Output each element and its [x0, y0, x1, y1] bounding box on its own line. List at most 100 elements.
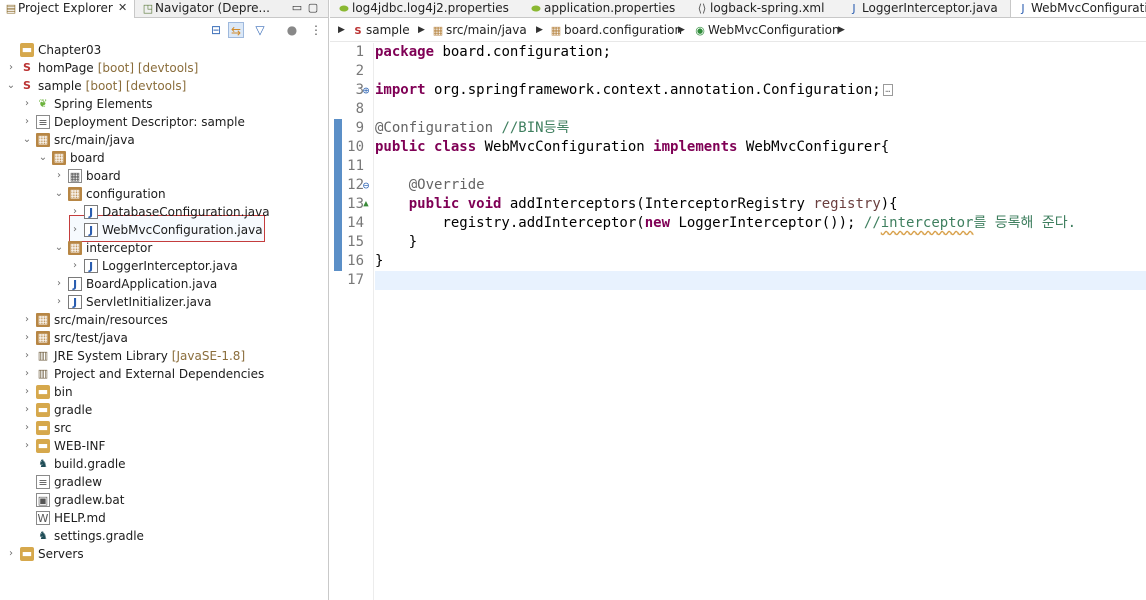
tree-item[interactable]: ⌄ Ssample [boot] [devtools] — [0, 77, 328, 95]
tab-project-explorer[interactable]: ▤ Project Explorer ✕ — [0, 0, 135, 18]
chevron-right-icon[interactable]: › — [22, 95, 32, 113]
chevron-down-icon[interactable]: ⌄ — [54, 239, 64, 257]
parameter: registry — [813, 196, 881, 212]
tree-item-label: board — [86, 167, 121, 185]
package-icon: ▦ — [68, 241, 82, 255]
tree-item-text: gradlew — [54, 475, 103, 489]
chevron-right-icon[interactable]: › — [6, 545, 16, 563]
tree-item[interactable]: › J ServletInitializer.java — [0, 293, 328, 311]
editor-tab-webmvc-configuration[interactable]: J WebMvcConfigurati — [1010, 0, 1146, 17]
chevron-right-icon[interactable]: › — [22, 113, 32, 131]
editor-tab-logger-interceptor[interactable]: J LoggerInterceptor.java — [842, 0, 1007, 17]
chevron-right-icon[interactable]: › — [54, 275, 64, 293]
tree-item[interactable]: ⌄ ▦ configuration — [0, 185, 328, 203]
package-icon: ▦ — [550, 24, 562, 37]
chevron-down-icon[interactable]: ⌄ — [38, 149, 48, 167]
editor-tab-application-properties[interactable]: ⬬ application.properties — [524, 0, 684, 17]
view-menu-icon[interactable]: ⋮ — [308, 22, 324, 38]
breadcrumb-item-class[interactable]: ◉ WebMvcConfiguration — [692, 18, 839, 42]
chevron-right-icon[interactable]: › — [22, 437, 32, 455]
chevron-down-icon[interactable]: ⌄ — [6, 77, 16, 95]
close-icon[interactable]: ✕ — [118, 0, 127, 16]
chevron-right-icon[interactable]: › — [70, 203, 80, 221]
chevron-right-icon[interactable]: › — [22, 401, 32, 419]
tree-item[interactable]: › ▬ bin — [0, 383, 328, 401]
collapse-fold-icon[interactable]: ⊖ — [359, 176, 373, 195]
tab-label: WebMvcConfigurati — [1031, 1, 1146, 15]
editor-tab-logback[interactable]: ⟨⟩ logback-spring.xml — [690, 0, 830, 17]
minimize-icon[interactable]: ▭ — [290, 1, 304, 15]
tree-item-label: ServletInitializer.java — [86, 293, 211, 311]
breadcrumb-item-package[interactable]: ▦ board.configuration — [548, 18, 682, 42]
override-marker-icon: ▲ — [363, 199, 369, 209]
chevron-right-icon[interactable]: › — [22, 347, 32, 365]
tree-item-label: bin — [54, 383, 73, 401]
tree-item-label: board — [70, 149, 105, 167]
maximize-icon[interactable]: ▢ — [306, 1, 320, 15]
tree-item-text: Servers — [38, 547, 84, 561]
tree-item[interactable]: ≡ gradlew — [0, 473, 328, 491]
tree-item-label: DatabaseConfiguration.java — [102, 203, 270, 221]
chevron-right-icon[interactable]: › — [54, 293, 64, 311]
code-text: WebMvcConfiguration — [476, 139, 654, 155]
tree-item[interactable]: › ▬ src — [0, 419, 328, 437]
tree-item[interactable]: › ▬ Servers — [0, 545, 328, 563]
tree-item[interactable]: W HELP.md — [0, 509, 328, 527]
tree-item[interactable]: › ▥ JRE System Library [JavaSE-1.8] — [0, 347, 328, 365]
tree-item[interactable]: › J WebMvcConfiguration.java — [0, 221, 328, 239]
line-number: 15 — [347, 234, 364, 250]
chevron-right-icon[interactable]: › — [22, 329, 32, 347]
folded-imports-icon[interactable]: … — [882, 84, 893, 96]
chevron-right-icon: ▶ — [338, 25, 345, 35]
tree-item[interactable]: ▣ gradlew.bat — [0, 491, 328, 509]
editor-tab-log4jdbc[interactable]: ⬬ log4jdbc.log4j2.properties — [332, 0, 512, 17]
chevron-right-icon[interactable]: › — [70, 257, 80, 275]
chevron-right-icon[interactable]: › — [54, 167, 64, 185]
spring-project-icon: S — [23, 61, 31, 74]
tree-item[interactable]: › J BoardApplication.java — [0, 275, 328, 293]
tree-item[interactable]: ♞ settings.gradle — [0, 527, 328, 545]
tree-item[interactable]: ⌄ ▦ board — [0, 149, 328, 167]
code-text: registry.addInterceptor( — [375, 215, 645, 231]
chevron-right-icon[interactable]: › — [22, 311, 32, 329]
tree-item-label: Servers — [38, 545, 84, 563]
chevron-down-icon[interactable]: ⌄ — [22, 131, 32, 149]
tree-item[interactable]: › ≡ Deployment Descriptor: sample — [0, 113, 328, 131]
tree-item[interactable]: › ▥ Project and External Dependencies — [0, 365, 328, 383]
tree-item[interactable]: › J DatabaseConfiguration.java — [0, 203, 328, 221]
tree-item[interactable]: › ▬ gradle — [0, 401, 328, 419]
focus-icon[interactable]: ● — [284, 22, 300, 38]
tree-item[interactable]: ▬ Chapter03 — [0, 41, 328, 59]
chevron-down-icon[interactable]: ⌄ — [54, 185, 64, 203]
chevron-right-icon[interactable]: › — [6, 59, 16, 77]
expand-fold-icon[interactable]: ⊕ — [359, 81, 373, 100]
tree-item[interactable]: ⌄ ▦ interceptor — [0, 239, 328, 257]
chevron-right-icon[interactable]: › — [22, 419, 32, 437]
tree-item[interactable]: ⌄ ▦ src/main/java — [0, 131, 328, 149]
tree-item-text: JRE System Library — [54, 349, 168, 363]
package-icon: ▦ — [68, 169, 82, 183]
chevron-right-icon[interactable]: › — [70, 221, 80, 239]
tree-item[interactable]: › ▦ src/test/java — [0, 329, 328, 347]
tree-item[interactable]: › ❦ Spring Elements — [0, 95, 328, 113]
link-with-editor-icon[interactable]: ⇆ — [228, 22, 244, 38]
tree-item-label: src — [54, 419, 72, 437]
code-editor[interactable]: 1 2 3 8 9 10 11 12 13 14 15 16 17 ⊕ ⊖ ▲ package boar… — [330, 43, 1146, 600]
folder-icon: ▬ — [36, 439, 50, 453]
folder-icon: ▬ — [36, 403, 50, 417]
tab-navigator[interactable]: ◳ Navigator (Depre... — [137, 0, 277, 18]
tree-item[interactable]: › ▦ board — [0, 167, 328, 185]
breadcrumb-item-project[interactable]: Ssample — [350, 18, 409, 42]
code-text: } — [375, 234, 418, 250]
tree-item[interactable]: › J LoggerInterceptor.java — [0, 257, 328, 275]
filter-icon[interactable]: ▽ — [252, 22, 268, 38]
tree-item[interactable]: › ▬ WEB-INF — [0, 437, 328, 455]
tree-item-label: Spring Elements — [54, 95, 152, 113]
tree-item[interactable]: ♞ build.gradle — [0, 455, 328, 473]
chevron-right-icon[interactable]: › — [22, 383, 32, 401]
collapse-all-icon[interactable]: ⊟ — [208, 22, 224, 38]
tree-item[interactable]: › ShomPage [boot] [devtools] — [0, 59, 328, 77]
breadcrumb-item-source-folder[interactable]: ▦ src/main/java — [430, 18, 527, 42]
tree-item[interactable]: › ▦ src/main/resources — [0, 311, 328, 329]
chevron-right-icon[interactable]: › — [22, 365, 32, 383]
